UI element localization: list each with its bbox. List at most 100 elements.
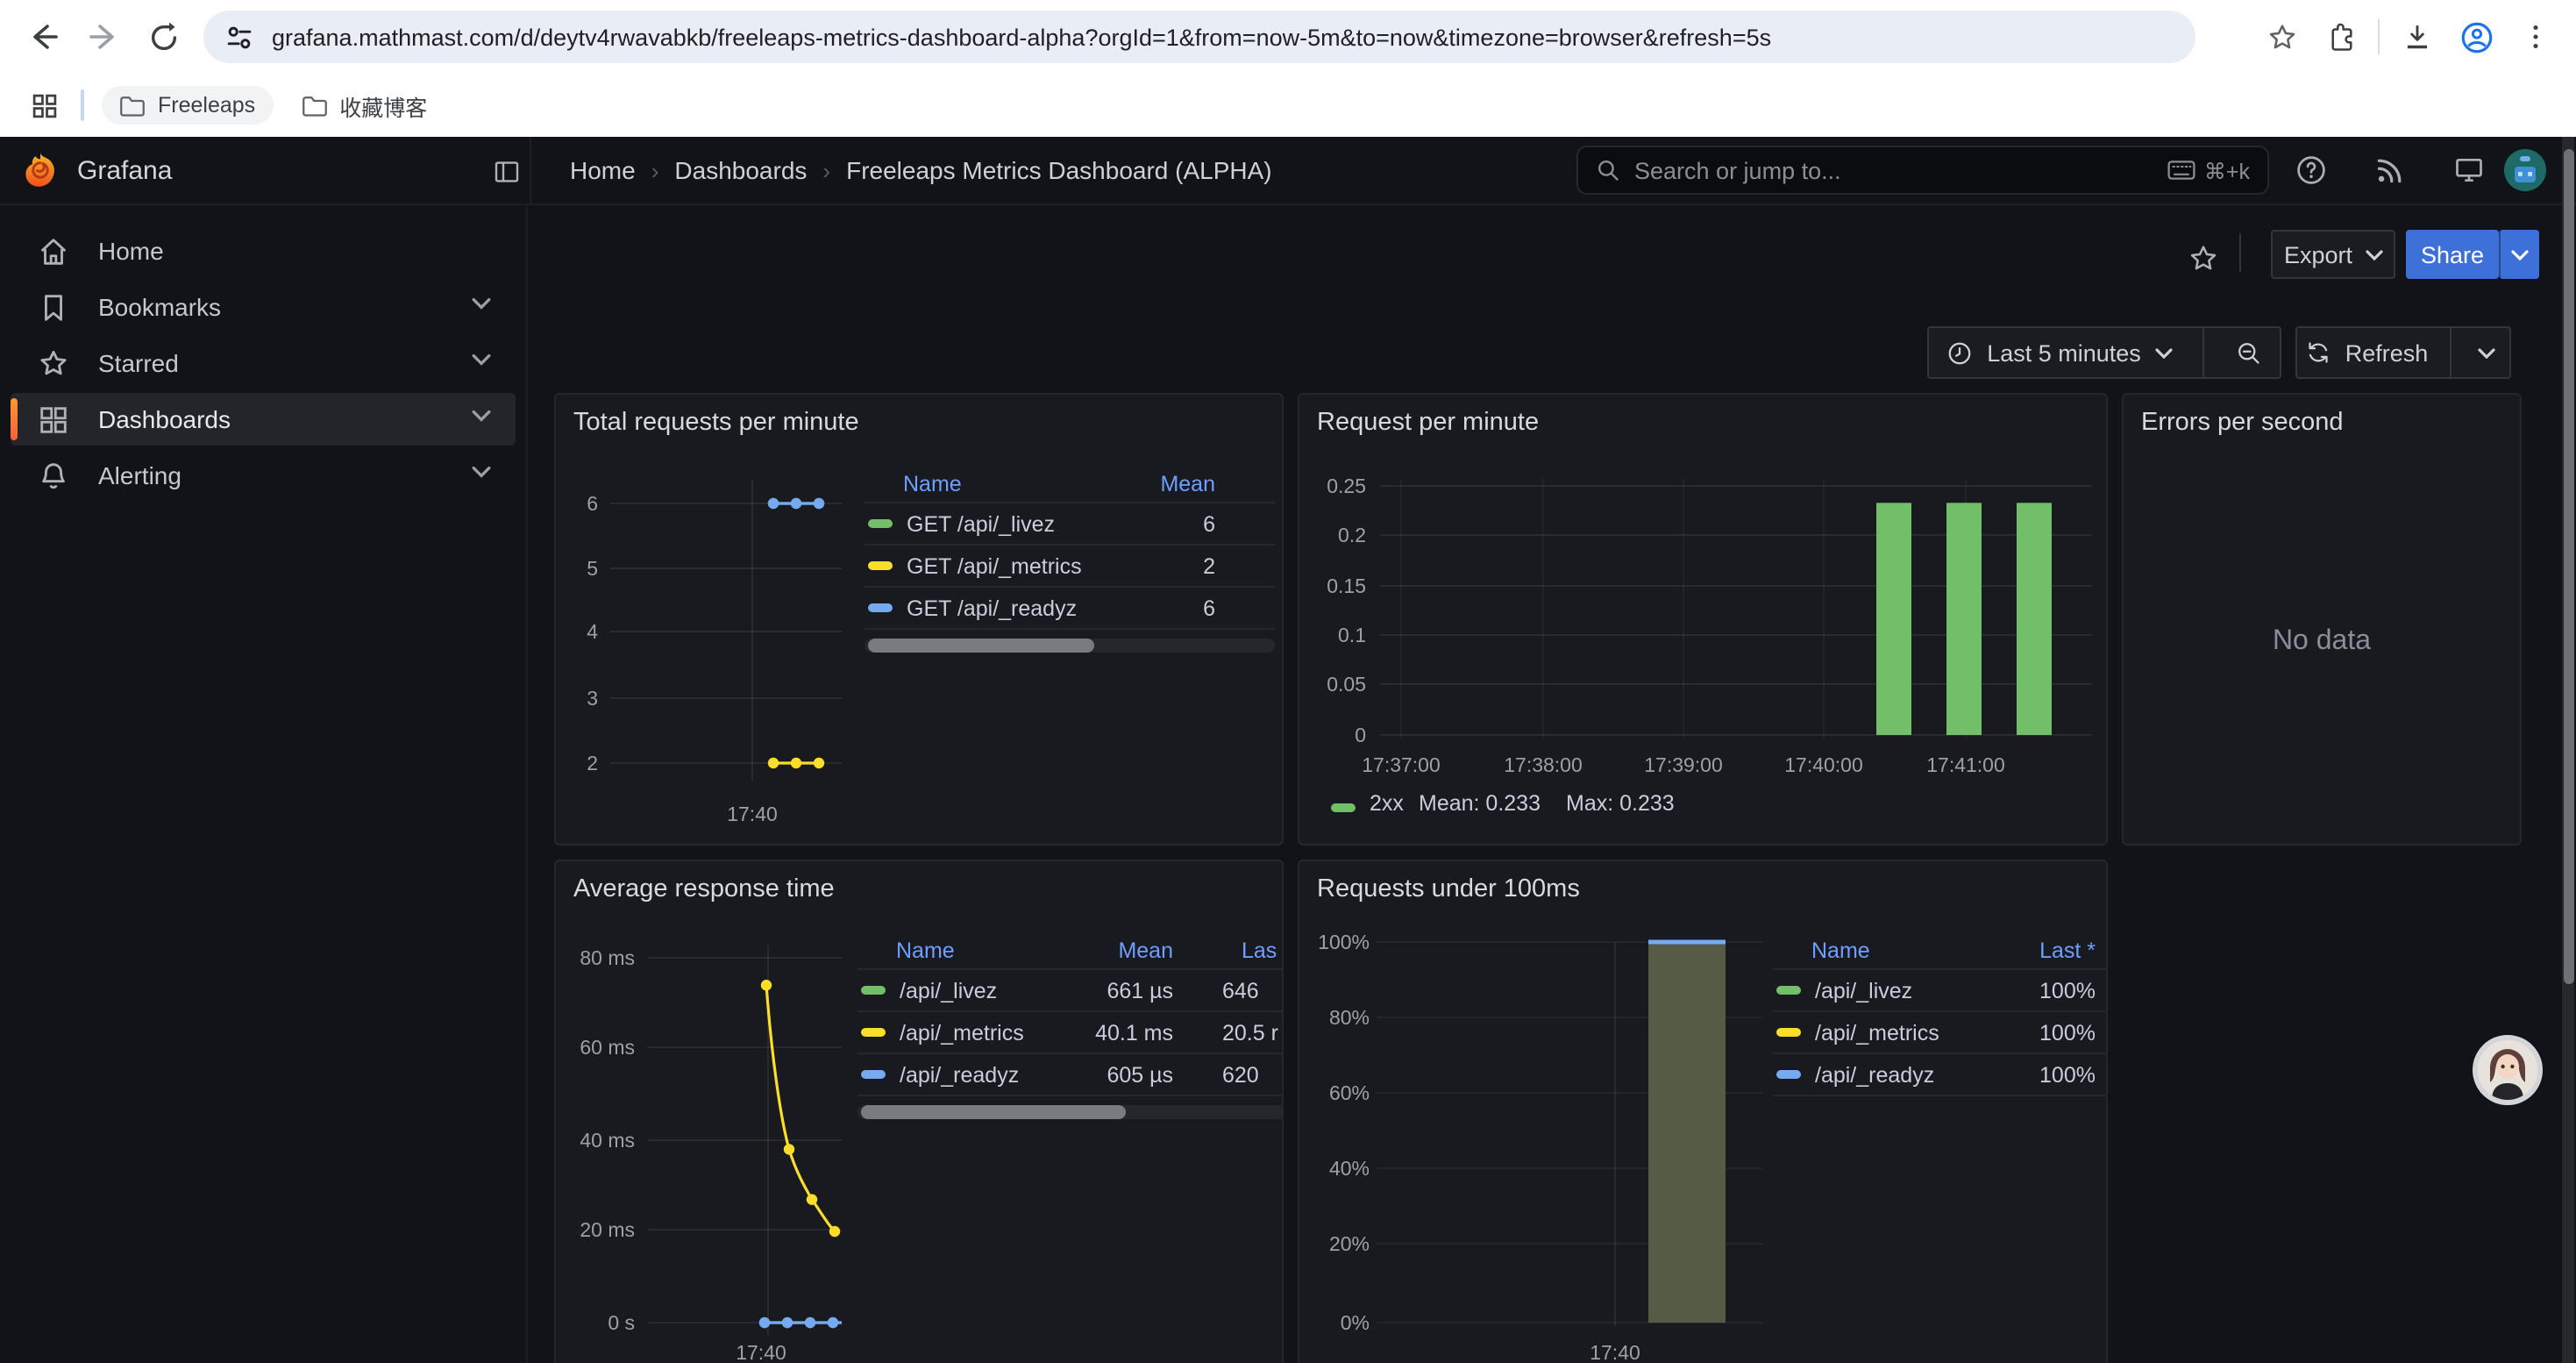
forward-button[interactable] bbox=[74, 7, 133, 67]
reload-button[interactable] bbox=[133, 7, 193, 67]
svg-text:20%: 20% bbox=[1329, 1232, 1370, 1255]
series-color-swatch bbox=[868, 519, 893, 528]
sidebar-item-starred[interactable]: Starred bbox=[11, 337, 516, 389]
breadcrumb-item[interactable]: Dashboards bbox=[674, 156, 807, 184]
sidebar: HomeBookmarksStarredDashboardsAlerting bbox=[0, 203, 528, 1363]
chevron-down-icon[interactable] bbox=[472, 409, 491, 423]
help-icon bbox=[2295, 154, 2327, 186]
bookmark-item[interactable]: Freeleaps bbox=[102, 86, 273, 125]
refresh-interval-button[interactable] bbox=[2464, 346, 2509, 359]
breadcrumb-item[interactable]: Home bbox=[570, 156, 636, 184]
legend-header: Name Mean bbox=[865, 465, 1275, 503]
profile-button[interactable] bbox=[2446, 7, 2506, 67]
panel-title[interactable]: Errors per second bbox=[2124, 395, 2520, 437]
refresh-button[interactable]: Refresh bbox=[2297, 339, 2437, 366]
sidebar-item-dashboards[interactable]: Dashboards bbox=[11, 393, 516, 446]
toolbar-separator bbox=[2378, 19, 2380, 54]
legend-header: Name Last * bbox=[1773, 931, 2108, 970]
browser-menu-button[interactable] bbox=[2506, 7, 2565, 67]
legend-header: Name Mean Las bbox=[857, 931, 1284, 970]
favorite-dashboard-button[interactable] bbox=[2181, 237, 2224, 279]
svg-text:17:41:00: 17:41:00 bbox=[1926, 753, 2005, 776]
segment-divider bbox=[2450, 328, 2451, 377]
sidebar-toggle-button[interactable] bbox=[489, 154, 524, 189]
legend-scrollbar[interactable] bbox=[865, 639, 1275, 653]
svg-text:4: 4 bbox=[587, 620, 598, 643]
breadcrumb-separator: › bbox=[651, 157, 659, 183]
forward-icon bbox=[86, 19, 121, 54]
chevron-down-icon[interactable] bbox=[472, 465, 491, 479]
legend-col-name[interactable]: Name bbox=[896, 938, 955, 962]
help-button[interactable] bbox=[2292, 151, 2330, 189]
display-button[interactable] bbox=[2450, 151, 2488, 189]
chevron-down-icon bbox=[2365, 248, 2382, 260]
legend-row: GET /api/_livez6 bbox=[865, 503, 1275, 546]
svg-text:60%: 60% bbox=[1329, 1081, 1370, 1104]
user-avatar[interactable] bbox=[2504, 149, 2546, 191]
grafana-brand[interactable]: Grafana bbox=[21, 137, 172, 203]
series-name[interactable]: GET /api/_livez bbox=[907, 511, 1275, 536]
chevron-down-icon[interactable] bbox=[472, 296, 491, 310]
floating-assistant-avatar[interactable] bbox=[2473, 1035, 2543, 1105]
export-button[interactable]: Export bbox=[2271, 230, 2395, 279]
legend-col-mean[interactable]: Mean bbox=[1118, 938, 1173, 962]
series-name[interactable]: 2xx bbox=[1370, 791, 1404, 816]
url-text[interactable]: grafana.mathmast.com/d/deytv4rwavabkb/fr… bbox=[272, 24, 1771, 50]
header-divider bbox=[530, 137, 531, 203]
svg-text:6: 6 bbox=[587, 492, 598, 515]
time-range-picker[interactable]: Last 5 minutes bbox=[1929, 339, 2190, 366]
legend-col-last[interactable]: Las bbox=[1242, 938, 1277, 962]
back-button[interactable] bbox=[14, 7, 74, 67]
series-value: 605 µs bbox=[1107, 1062, 1173, 1087]
legend-col-last[interactable]: Last * bbox=[2039, 938, 2096, 962]
svg-text:0%: 0% bbox=[1341, 1311, 1370, 1334]
chevron-down-icon[interactable] bbox=[472, 353, 491, 367]
apps-icon bbox=[35, 403, 70, 436]
apps-grid-button[interactable] bbox=[14, 75, 74, 135]
scrollbar-thumb[interactable] bbox=[2563, 149, 2573, 984]
series-color-swatch bbox=[1776, 986, 1801, 995]
apps-grid-icon bbox=[29, 90, 59, 120]
legend-col-name[interactable]: Name bbox=[903, 471, 962, 496]
svg-text:40 ms: 40 ms bbox=[580, 1129, 635, 1152]
zoom-out-time-button[interactable] bbox=[2217, 339, 2280, 366]
sidebar-item-bookmarks[interactable]: Bookmarks bbox=[11, 281, 516, 333]
sidebar-item-alerting[interactable]: Alerting bbox=[11, 449, 516, 502]
search-shortcut: ⌘+k bbox=[2167, 157, 2250, 183]
segment-divider bbox=[2202, 328, 2204, 377]
star-icon bbox=[2265, 20, 2298, 54]
legend-scrollbar-thumb[interactable] bbox=[861, 1105, 1127, 1119]
bell-icon bbox=[35, 459, 70, 492]
brand-name: Grafana bbox=[77, 155, 172, 185]
site-settings-icon[interactable] bbox=[224, 22, 254, 52]
avatar-image bbox=[2504, 149, 2546, 191]
monitor-icon bbox=[2453, 154, 2485, 186]
search-input[interactable]: Search or jump to... ⌘+k bbox=[1576, 146, 2269, 195]
share-button[interactable]: Share bbox=[2406, 230, 2499, 279]
share-menu-button[interactable] bbox=[2499, 230, 2539, 279]
bookmark-star-button[interactable] bbox=[2252, 7, 2311, 67]
star-icon bbox=[35, 346, 70, 380]
series-name[interactable]: GET /api/_metrics bbox=[907, 553, 1275, 578]
active-indicator bbox=[11, 398, 18, 440]
bookmark-item[interactable]: 收藏博客 bbox=[283, 82, 445, 129]
svg-text:0.25: 0.25 bbox=[1327, 475, 1366, 497]
time-range-group: Last 5 minutes bbox=[1927, 326, 2281, 379]
sidebar-item-home[interactable]: Home bbox=[11, 225, 516, 277]
bookmark-label: 收藏博客 bbox=[339, 89, 427, 122]
page-scrollbar[interactable] bbox=[2562, 137, 2574, 1363]
legend-scrollbar-thumb[interactable] bbox=[868, 639, 1093, 653]
url-bar[interactable]: grafana.mathmast.com/d/deytv4rwavabkb/fr… bbox=[203, 11, 2195, 63]
series-name[interactable]: GET /api/_readyz bbox=[907, 596, 1275, 620]
series-color-swatch bbox=[1331, 803, 1356, 812]
reload-icon bbox=[146, 20, 180, 54]
legend-col-mean[interactable]: Mean bbox=[1160, 471, 1215, 496]
svg-text:0.2: 0.2 bbox=[1338, 524, 1366, 546]
news-button[interactable] bbox=[2371, 151, 2409, 189]
series-max: Max: 0.233 bbox=[1566, 791, 1675, 816]
legend-scrollbar[interactable] bbox=[857, 1105, 1284, 1119]
legend-col-name[interactable]: Name bbox=[1811, 938, 1870, 962]
extensions-button[interactable] bbox=[2311, 7, 2371, 67]
series-value: 661 µs bbox=[1107, 978, 1173, 1003]
downloads-button[interactable] bbox=[2387, 7, 2446, 67]
